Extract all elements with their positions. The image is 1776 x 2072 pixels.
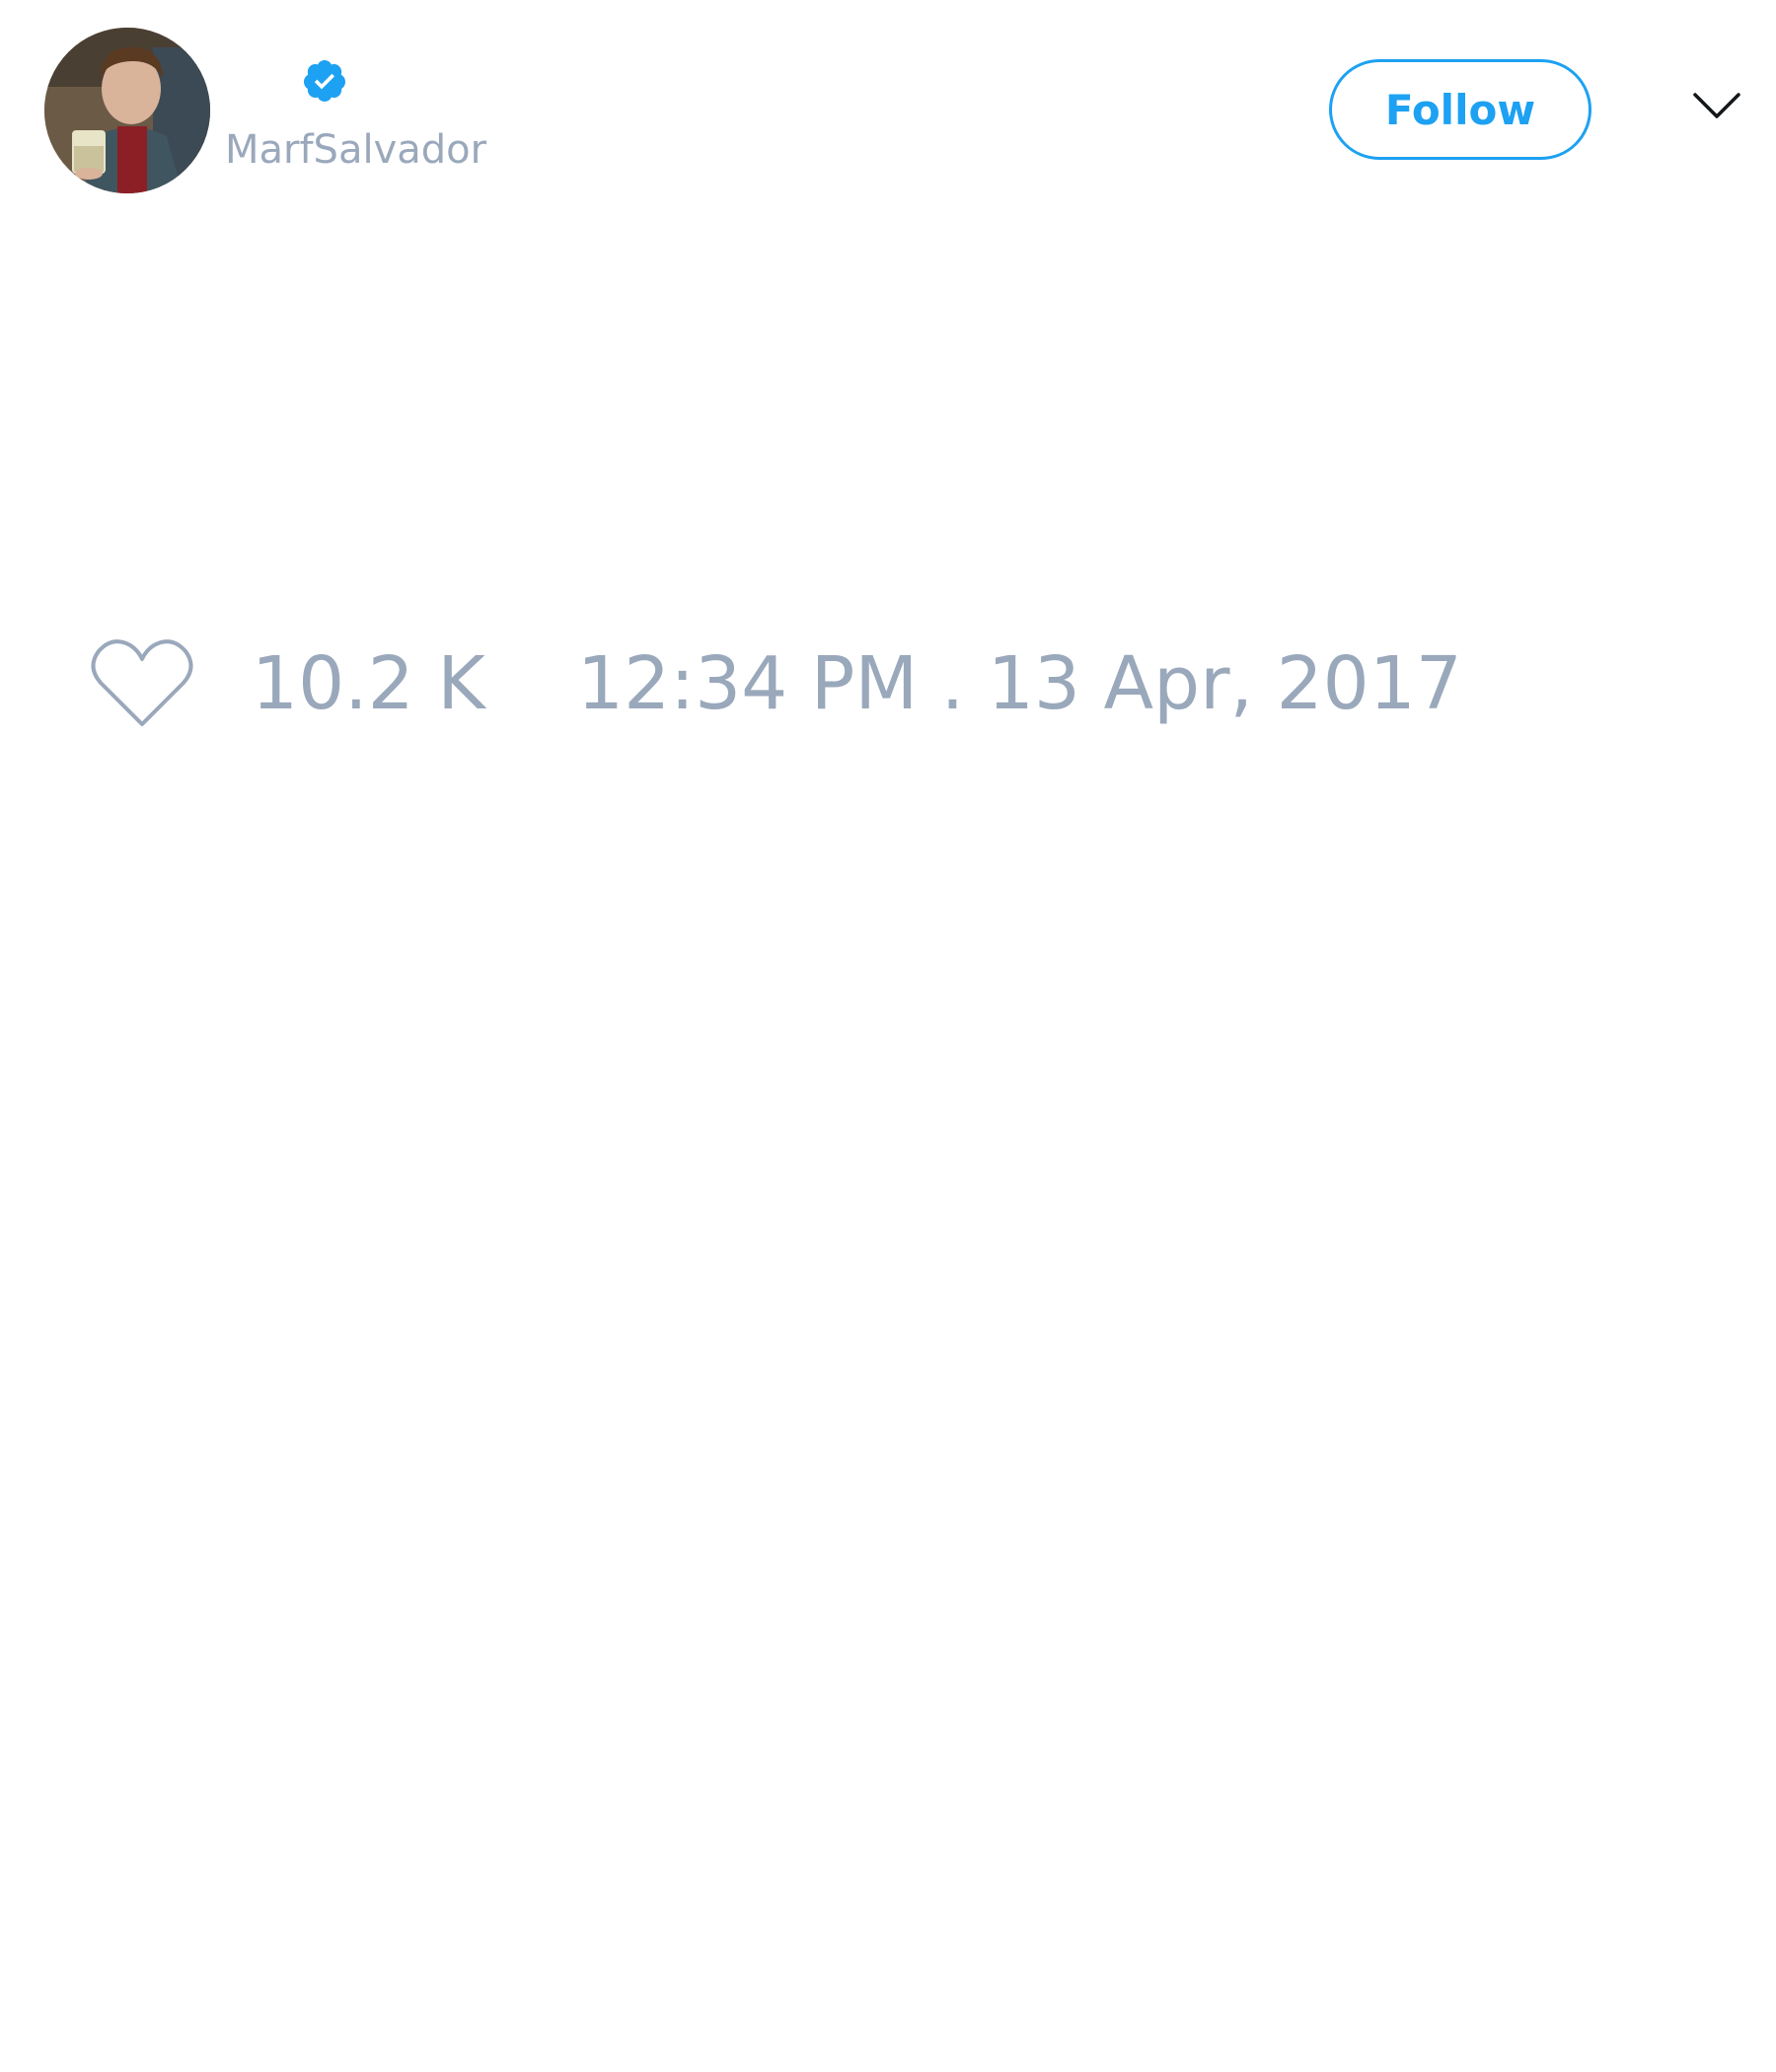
chevron-down-icon[interactable] — [1692, 91, 1741, 122]
verified-badge-icon — [303, 60, 345, 102]
tweet-timestamp[interactable]: 12:34 PM . 13 Apr, 2017 — [577, 641, 1462, 726]
heart-outline-icon[interactable] — [89, 635, 195, 730]
like-count: 10.2 K — [252, 641, 485, 726]
follow-button[interactable]: Follow — [1329, 59, 1591, 160]
tweet-header: MarfSalvador Follow — [0, 0, 1776, 227]
author-handle[interactable]: MarfSalvador — [225, 126, 486, 174]
tweet-footer: 10.2 K 12:34 PM . 13 Apr, 2017 — [0, 622, 1776, 740]
avatar[interactable] — [44, 28, 210, 193]
